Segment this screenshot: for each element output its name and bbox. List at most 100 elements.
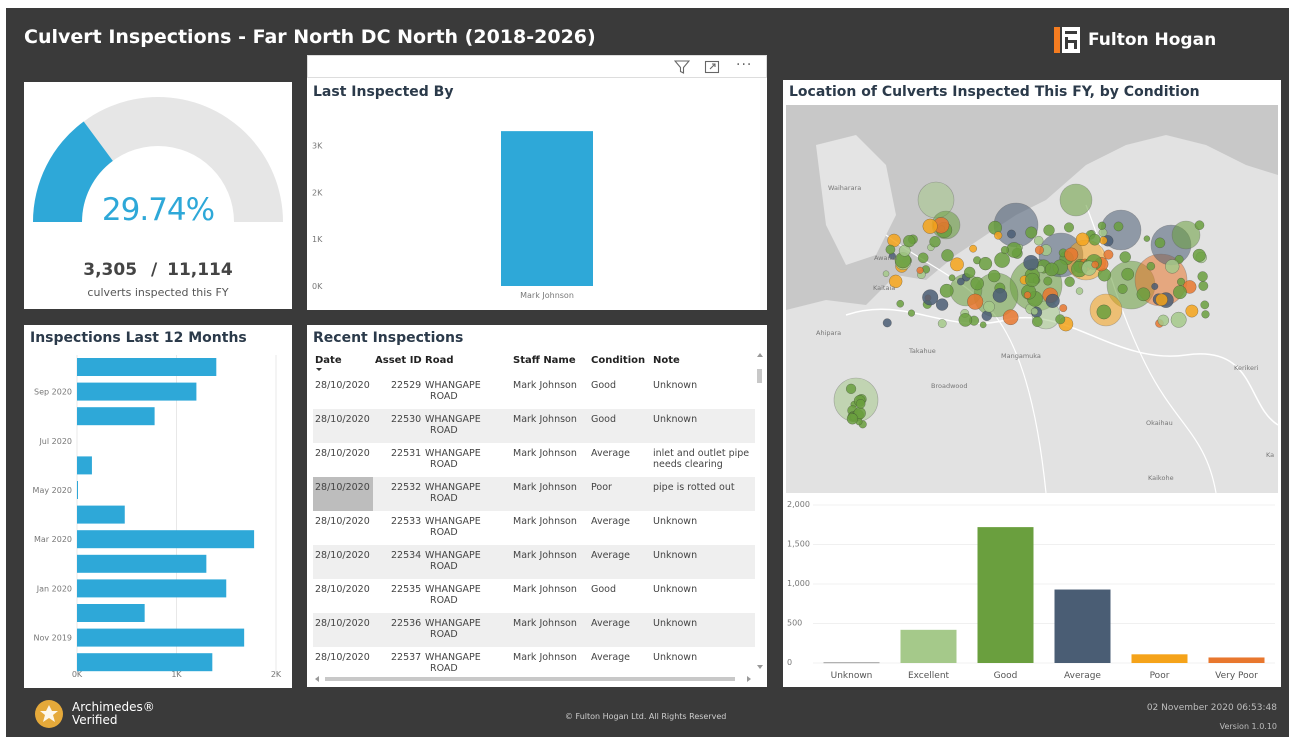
culvert-bubble	[855, 398, 866, 409]
table-vertical-scrollbar[interactable]	[756, 351, 764, 673]
culvert-bubble	[969, 244, 978, 253]
culvert-bubble	[1172, 285, 1187, 300]
table-row[interactable]: 28/10/2020 22534 WHANGAPE ROAD Mark Johnson A…	[313, 545, 755, 579]
culvert-bubble	[1157, 314, 1170, 327]
col-header-asset-id[interactable]: Asset ID	[375, 347, 422, 373]
inspected-count: 3,305	[83, 260, 138, 280]
y-tick-label: Jul 2020	[38, 437, 72, 446]
culvert-bubble	[1121, 267, 1135, 281]
culvert-bubble	[845, 383, 857, 394]
months-chart: 0K 1K 2K Sep 2020 Jul 2020 May 2020 Mar 2020 Ja…	[33, 355, 282, 679]
table-row[interactable]: 28/10/2020 22532 WHANGAPE ROAD Mark Johnson P…	[313, 477, 755, 511]
cell-staff: Mark Johnson	[513, 516, 577, 527]
culvert-bubble	[1097, 221, 1107, 230]
table-row[interactable]: 28/10/2020 22536 WHANGAPE ROAD Mark Johnson A…	[313, 613, 755, 647]
culvert-bubble	[937, 319, 947, 328]
cell-note: Unknown	[653, 414, 698, 425]
table-row[interactable]: 28/10/2020 22535 WHANGAPE ROAD Mark Johnson G…	[313, 579, 755, 613]
col-header-note[interactable]: Note	[653, 347, 680, 373]
table-horizontal-scrollbar[interactable]	[313, 675, 755, 683]
total-count: 11,114	[167, 260, 233, 280]
culvert-bubble	[994, 231, 1003, 240]
culvert-bubble	[1007, 229, 1016, 239]
y-tick-label: 2,000	[787, 500, 810, 509]
cell-condition: Average	[591, 618, 631, 629]
gauge-card[interactable]: 29.74% 3,305 / 11,114 culverts inspected…	[24, 82, 292, 309]
culvert-bubble	[1200, 300, 1210, 310]
cell-date: 28/10/2020	[315, 380, 370, 391]
y-tick-label: 2K	[312, 188, 323, 197]
cell-note: Unknown	[653, 550, 698, 561]
table-row[interactable]: 28/10/2020 22529 WHANGAPE ROAD Mark Johnson G…	[313, 375, 755, 409]
culvert-bubble	[1033, 235, 1044, 246]
cell-asset-id: 22531	[391, 448, 422, 459]
col-header-staff[interactable]: Staff Name	[513, 347, 576, 373]
cell-asset-id: 22535	[391, 584, 422, 595]
month-bar	[77, 382, 197, 401]
cell-date: 28/10/2020	[315, 584, 370, 595]
location-card[interactable]: Location of Culverts Inspected This FY, …	[783, 80, 1281, 687]
cell-date-selected[interactable]: 28/10/2020	[313, 477, 373, 511]
table-row[interactable]: 28/10/2020 22531 WHANGAPE ROAD Mark Johnson A…	[313, 443, 755, 477]
y-tick-label: 500	[787, 619, 802, 628]
y-tick-label: 1,500	[787, 540, 810, 549]
culvert-bubble	[1059, 183, 1093, 217]
cell-asset-id: 22530	[391, 414, 422, 425]
archimedes-logo-icon	[35, 700, 63, 728]
table-row[interactable]: 28/10/2020 22533 WHANGAPE ROAD Mark Johnson A…	[313, 511, 755, 545]
cell-condition: Poor	[591, 482, 612, 493]
scroll-right-icon[interactable]	[747, 676, 751, 682]
cell-asset-id: 22532	[391, 482, 422, 493]
col-header-road[interactable]: Road	[425, 347, 453, 373]
cell-asset-id: 22529	[391, 380, 422, 391]
condition-chart: 0 500 1,000 1,500 2,000 Unknown Excellent Good A…	[787, 500, 1275, 681]
culvert-bubble	[992, 288, 1008, 303]
y-tick-label: 0	[787, 658, 792, 667]
month-bar	[77, 628, 245, 647]
cell-date: 28/10/2020	[315, 550, 370, 561]
map-label: Mangamuka	[1001, 352, 1041, 360]
scrollbar-thumb[interactable]	[757, 369, 762, 383]
map-label: Kaitaia	[873, 284, 895, 292]
culvert-bubble	[1025, 226, 1038, 239]
scroll-down-icon[interactable]	[757, 665, 763, 669]
condition-bar	[1131, 654, 1188, 663]
recent-card[interactable]: Recent Inspections Date Asset ID Road St…	[307, 325, 767, 687]
scroll-left-icon[interactable]	[315, 676, 319, 682]
h-scrollbar-thumb[interactable]	[325, 677, 735, 681]
culvert-bubble	[1165, 259, 1180, 274]
culvert-bubble	[1192, 248, 1206, 262]
last-inspected-chart: 0K 1K 2K 3K Mark Johnson	[312, 131, 593, 300]
filter-icon[interactable]	[674, 59, 690, 75]
last-inspected-card[interactable]: Last Inspected By 0K 1K 2K 3K Mark Johnson	[307, 78, 767, 310]
cell-note: pipe is rotted out	[653, 482, 735, 493]
condition-bar	[900, 629, 957, 663]
condition-bar	[823, 662, 880, 664]
culvert-bubble	[1146, 261, 1156, 271]
more-options-icon[interactable]: ···	[736, 57, 752, 73]
culvert-bubble	[1103, 249, 1114, 260]
culvert-map[interactable]: Waiharara Awanui Kaitaia Ahipara Takahue…	[786, 105, 1278, 493]
table-row[interactable]: 28/10/2020 22530 WHANGAPE ROAD Mark Johnson G…	[313, 409, 755, 443]
cell-note: Unknown	[653, 516, 698, 527]
sort-indicator-icon	[316, 368, 322, 371]
fulton-hogan-logo-icon	[1054, 27, 1080, 53]
condition-bar	[977, 527, 1034, 663]
cell-asset-id: 22537	[391, 652, 422, 663]
focus-mode-icon[interactable]	[704, 59, 720, 75]
map-label: Waiharara	[828, 184, 861, 192]
culvert-bubble	[1198, 280, 1209, 291]
culvert-bubble	[950, 257, 964, 272]
culvert-bubble	[983, 300, 995, 313]
culvert-bubble	[1043, 224, 1055, 236]
y-tick-label: May 2020	[33, 486, 72, 495]
visual-header: ···	[307, 55, 767, 78]
map-label: Takahue	[908, 347, 936, 355]
cell-note: Unknown	[653, 380, 698, 391]
scroll-up-icon[interactable]	[757, 353, 763, 357]
culvert-bubble	[994, 252, 1010, 268]
col-header-condition[interactable]: Condition	[591, 347, 645, 373]
culvert-bubble	[1063, 222, 1075, 233]
months-card[interactable]: Inspections Last 12 Months 0K 1K 2K Sep 202…	[24, 325, 292, 688]
cell-condition: Average	[591, 448, 631, 459]
